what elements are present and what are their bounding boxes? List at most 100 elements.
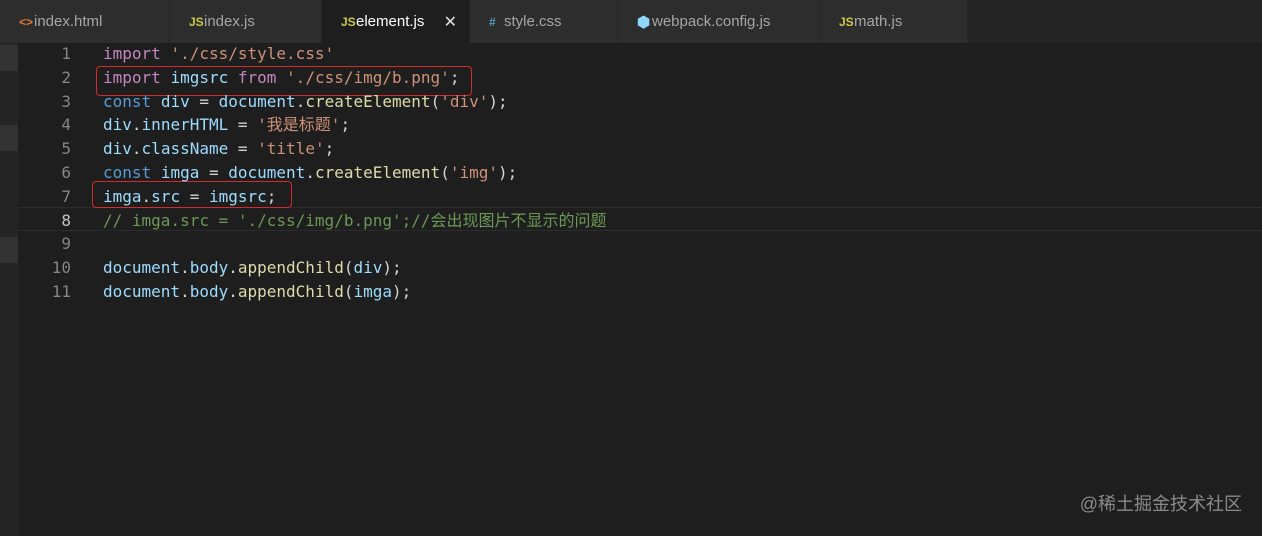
code-token: document bbox=[103, 282, 181, 301]
tab-webpack-config-js[interactable]: ⬢ webpack.config.js bbox=[618, 0, 820, 43]
code-line: 5 div.className = 'title'; bbox=[18, 137, 1262, 161]
tab-math-js[interactable]: JS math.js bbox=[820, 0, 968, 43]
code-token: . bbox=[131, 139, 142, 159]
code-editor[interactable]: 1 import './css/style.css' 2 import imgsrc … bbox=[18, 43, 1262, 536]
editor-tab-bar: <> index.html JS index.js JS element.js ✕ # styl… bbox=[0, 0, 1262, 43]
line-number: 2 bbox=[61, 67, 71, 87]
code-token: div bbox=[160, 91, 190, 111]
tab-element-js[interactable]: JS element.js ✕ bbox=[322, 0, 470, 43]
webpack-icon: ⬢ bbox=[637, 13, 651, 31]
code-token: '我是标题' bbox=[257, 115, 341, 135]
code-token: appendChild bbox=[237, 258, 344, 278]
code-token: body bbox=[189, 258, 229, 278]
js-file-icon: JS bbox=[341, 14, 356, 29]
code-token: document bbox=[103, 258, 181, 278]
code-token: src bbox=[151, 186, 181, 206]
code-token: ); bbox=[488, 91, 508, 111]
code-line: 10 document.body.appendChild(div); bbox=[18, 256, 1262, 280]
code-token: imga bbox=[353, 282, 393, 301]
code-token: . bbox=[141, 186, 152, 206]
code-token: createElement bbox=[305, 91, 431, 111]
code-token: import bbox=[103, 44, 161, 63]
code-token: . bbox=[305, 163, 315, 182]
code-token: div bbox=[103, 115, 132, 135]
code-line: 7 imga.src = imgsrc; bbox=[18, 185, 1262, 209]
code-token: './css/style.css' bbox=[170, 44, 335, 63]
code-token: . bbox=[228, 258, 238, 278]
code-token: const bbox=[103, 163, 152, 182]
line-code[interactable]: document.body.appendChild(imga); bbox=[103, 280, 411, 304]
code-token: = bbox=[228, 139, 258, 159]
code-token: ); bbox=[382, 258, 402, 278]
code-token: className bbox=[141, 139, 229, 159]
line-number: 1 bbox=[61, 44, 71, 63]
line-code[interactable]: // imga.src = './css/img/b.png';//会出现图片不… bbox=[103, 209, 607, 233]
code-token: body bbox=[189, 282, 229, 301]
watermark: @稀土掘金技术社区 bbox=[1079, 494, 1242, 514]
line-number: 10 bbox=[51, 258, 71, 278]
code-token: ( bbox=[430, 91, 441, 111]
line-number: 3 bbox=[61, 91, 71, 111]
code-token: 'div' bbox=[440, 91, 489, 111]
tab-label: style.css bbox=[504, 13, 562, 30]
code-token: = bbox=[199, 163, 229, 182]
line-code[interactable]: import imgsrc from './css/img/b.png'; bbox=[103, 66, 459, 90]
code-token: imga bbox=[160, 163, 200, 182]
line-number: 11 bbox=[51, 282, 71, 301]
line-number: 9 bbox=[61, 234, 71, 254]
code-line: 4 div.innerHTML = '我是标题'; bbox=[18, 113, 1262, 137]
css-file-icon: # bbox=[489, 14, 496, 29]
html-file-icon: <> bbox=[19, 14, 34, 29]
code-token: // imga.src = './css/img/b.png';//会出现图片不… bbox=[103, 210, 607, 230]
code-line: 3 const div = document.createElement('div… bbox=[18, 90, 1262, 114]
line-number: 6 bbox=[61, 163, 71, 182]
code-token: ; bbox=[340, 115, 351, 135]
code-token: createElement bbox=[314, 163, 441, 182]
strip-marker bbox=[0, 237, 18, 263]
line-number: 4 bbox=[61, 115, 71, 135]
code-token: imga bbox=[103, 186, 142, 206]
code-token: from bbox=[237, 67, 277, 87]
tab-index-js[interactable]: JS index.js bbox=[170, 0, 322, 43]
line-code[interactable]: document.body.appendChild(div); bbox=[103, 256, 402, 280]
tab-label: index.js bbox=[204, 13, 255, 30]
code-token: document bbox=[218, 91, 296, 111]
line-code[interactable]: import './css/style.css' bbox=[103, 42, 334, 66]
code-token: ; bbox=[266, 186, 277, 206]
tab-index-html[interactable]: <> index.html bbox=[0, 0, 170, 43]
js-file-icon: JS bbox=[189, 14, 204, 29]
code-line: 1 import './css/style.css' bbox=[18, 42, 1262, 66]
code-line: 8 // imga.src = './css/img/b.png';//会出现图片… bbox=[18, 209, 1262, 233]
line-number: 7 bbox=[61, 186, 71, 206]
code-token: ); bbox=[392, 282, 412, 301]
line-code[interactable]: div.className = 'title'; bbox=[103, 137, 334, 161]
code-token: ; bbox=[449, 67, 460, 87]
line-code[interactable]: const div = document.createElement('div'… bbox=[103, 90, 508, 114]
code-token: const bbox=[103, 91, 152, 111]
strip-marker bbox=[0, 45, 18, 71]
tab-label: math.js bbox=[854, 13, 903, 30]
line-code[interactable]: const imga = document.createElement('img… bbox=[103, 161, 517, 185]
code-token: './css/img/b.png' bbox=[286, 67, 450, 87]
code-line: 9 bbox=[18, 232, 1262, 256]
line-code[interactable]: imga.src = imgsrc; bbox=[103, 185, 276, 209]
code-line: 6 const imga = document.createElement('im… bbox=[18, 161, 1262, 185]
code-token: div bbox=[103, 139, 132, 159]
line-code[interactable]: div.innerHTML = '我是标题'; bbox=[103, 113, 350, 137]
tab-style-css[interactable]: # style.css bbox=[470, 0, 618, 43]
code-line: 2 import imgsrc from './css/img/b.png'; bbox=[18, 66, 1262, 90]
code-token: = bbox=[189, 91, 219, 111]
code-token: appendChild bbox=[237, 282, 344, 301]
code-token: . bbox=[131, 115, 142, 135]
code-line: 11 document.body.appendChild(imga); bbox=[18, 280, 1262, 304]
code-token: ); bbox=[498, 163, 518, 182]
code-token: ( bbox=[440, 163, 450, 182]
code-token: innerHTML bbox=[141, 115, 229, 135]
code-token: 'title' bbox=[257, 139, 325, 159]
close-icon[interactable]: ✕ bbox=[444, 0, 457, 43]
